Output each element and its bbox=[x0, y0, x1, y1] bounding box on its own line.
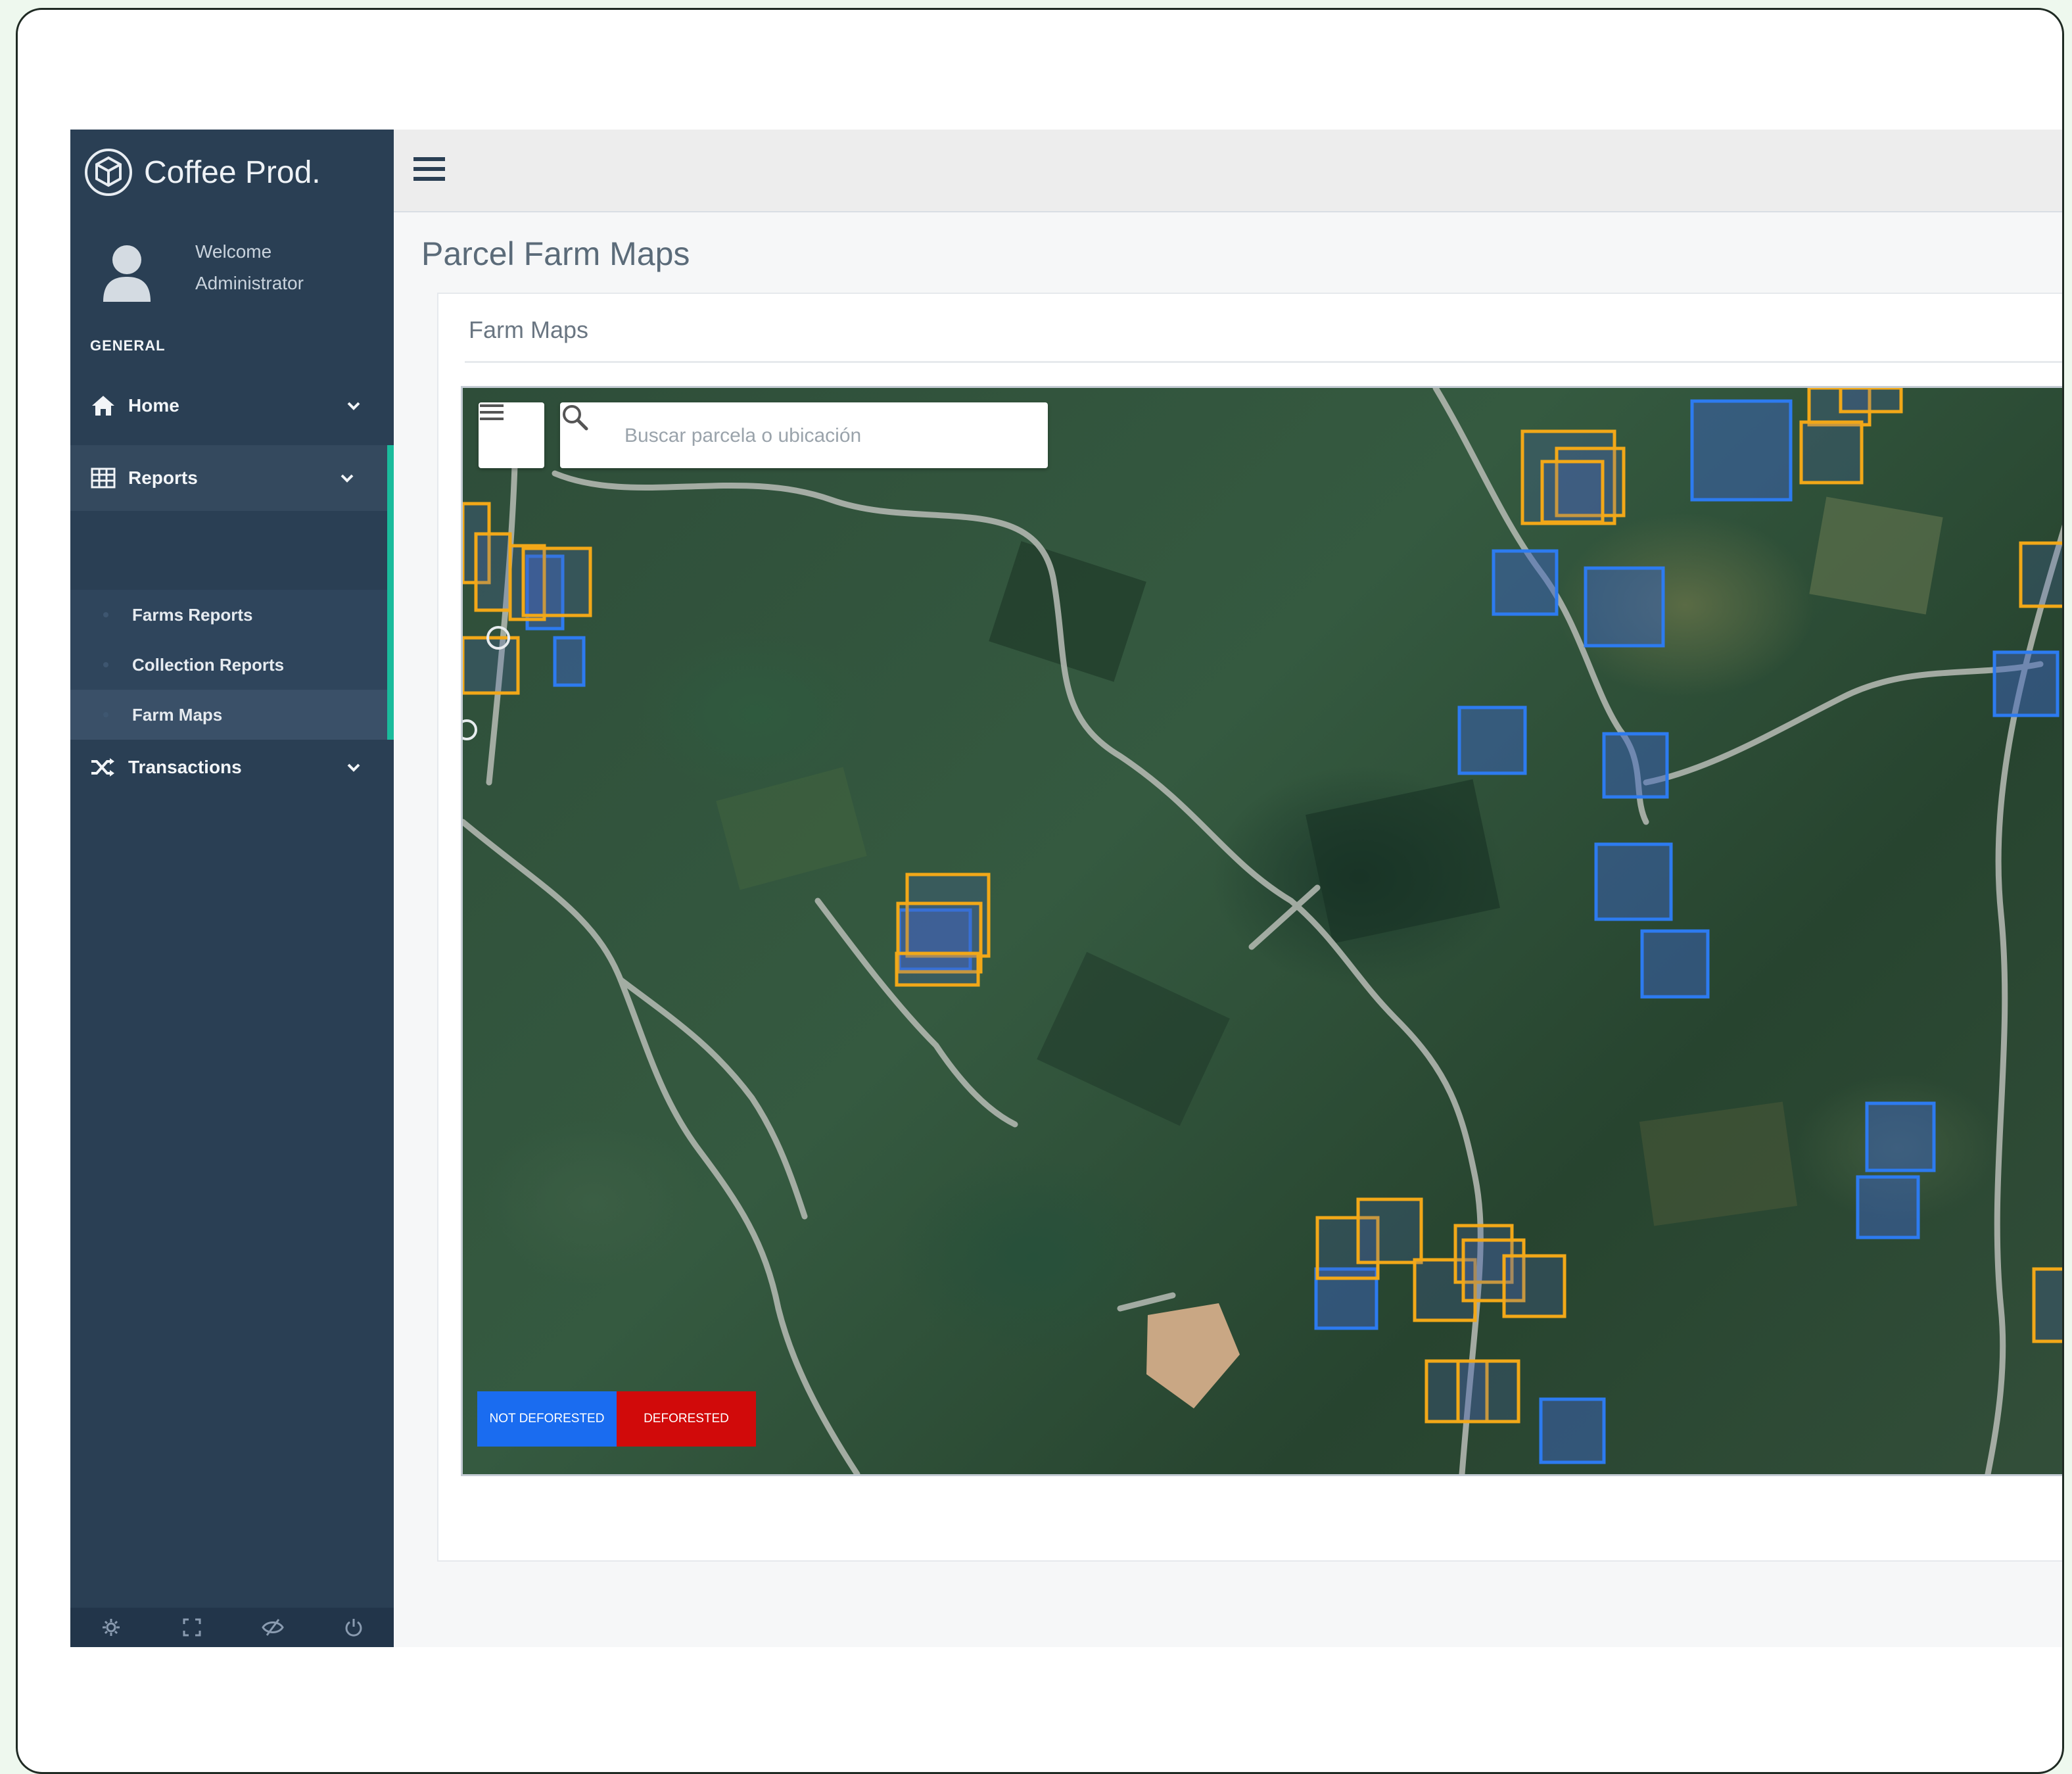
map-legend: NOT DEFORESTED DEFORESTED bbox=[477, 1391, 756, 1447]
home-icon bbox=[90, 393, 116, 419]
sidebar-subitem-farms-reports[interactable]: Farms Reports bbox=[70, 590, 387, 640]
table-icon bbox=[90, 465, 116, 491]
bare-field bbox=[1146, 1303, 1240, 1408]
sidebar: Coffee Prod. Welcome Administrator GENER… bbox=[70, 130, 394, 1647]
subitem-label: Farm Maps bbox=[132, 704, 223, 725]
reports-submenu: Farms Reports Collection Reports Farm Ma… bbox=[70, 590, 387, 740]
eye-slash-icon bbox=[261, 1619, 284, 1636]
farm-maps-panel: Farm Maps Buscar parcela o ubicación NOT… bbox=[437, 293, 2062, 1562]
fullscreen-button[interactable] bbox=[151, 1608, 232, 1647]
bullet-dot bbox=[103, 612, 108, 617]
subitem-label: Farms Reports bbox=[132, 604, 253, 625]
brand-name: Coffee Prod. bbox=[144, 155, 321, 190]
top-navbar bbox=[394, 130, 2062, 212]
menu-icon bbox=[480, 404, 504, 420]
sidebar-item-reports[interactable]: Reports bbox=[70, 445, 394, 511]
map-layers-button[interactable] bbox=[479, 402, 544, 468]
sidebar-item-home[interactable]: Home bbox=[70, 373, 394, 439]
map-search-box bbox=[560, 402, 1048, 468]
app-window: Coffee Prod. Welcome Administrator GENER… bbox=[70, 130, 2062, 1647]
power-icon bbox=[345, 1619, 362, 1637]
settings-button[interactable] bbox=[70, 1608, 151, 1647]
active-indicator bbox=[387, 445, 394, 740]
sidebar-item-label: Transactions bbox=[128, 757, 242, 777]
lock-screen-button[interactable] bbox=[232, 1608, 313, 1647]
search-icon[interactable] bbox=[560, 402, 589, 431]
map-marker[interactable] bbox=[463, 719, 477, 740]
brand[interactable]: Coffee Prod. bbox=[83, 144, 321, 201]
panel-title: Farm Maps bbox=[469, 316, 589, 343]
shuffle-icon bbox=[90, 754, 116, 780]
logout-button[interactable] bbox=[313, 1608, 394, 1647]
map-layer bbox=[463, 388, 2062, 1474]
gear-icon bbox=[102, 1619, 120, 1636]
welcome-text: Welcome bbox=[195, 241, 272, 262]
bullet-dot bbox=[103, 712, 108, 717]
page-title: Parcel Farm Maps bbox=[421, 235, 690, 272]
map-search-input[interactable] bbox=[623, 420, 1033, 452]
subitem-label: Collection Reports bbox=[132, 654, 285, 675]
satellite-map[interactable]: NOT DEFORESTED DEFORESTED bbox=[461, 386, 2062, 1476]
sidebar-subitem-farm-maps[interactable]: Farm Maps bbox=[70, 690, 387, 740]
sidebar-subitem-collection-reports[interactable]: Collection Reports bbox=[70, 640, 387, 690]
legend-not-deforested: NOT DEFORESTED bbox=[477, 1391, 617, 1447]
profile-info: Welcome Administrator bbox=[195, 236, 304, 299]
sidebar-item-transactions[interactable]: Transactions bbox=[70, 734, 394, 800]
sidebar-footer bbox=[70, 1608, 394, 1647]
sidebar-item-label: Reports bbox=[128, 467, 198, 488]
chevron-down-icon bbox=[346, 397, 361, 414]
fullscreen-icon bbox=[183, 1618, 200, 1637]
panel-divider bbox=[465, 361, 2062, 363]
screenshot-card: Coffee Prod. Welcome Administrator GENER… bbox=[16, 8, 2064, 1774]
hamburger-menu-icon[interactable] bbox=[412, 153, 446, 185]
user-name: Administrator bbox=[195, 273, 304, 293]
legend-deforested: DEFORESTED bbox=[617, 1391, 756, 1447]
user-avatar-icon bbox=[103, 245, 151, 302]
cube-logo-icon bbox=[85, 149, 132, 196]
chevron-down-icon bbox=[340, 469, 354, 487]
bullet-dot bbox=[103, 662, 108, 667]
chevron-down-icon bbox=[346, 759, 361, 776]
section-general-label: GENERAL bbox=[90, 337, 166, 354]
sidebar-item-label: Home bbox=[128, 395, 179, 416]
